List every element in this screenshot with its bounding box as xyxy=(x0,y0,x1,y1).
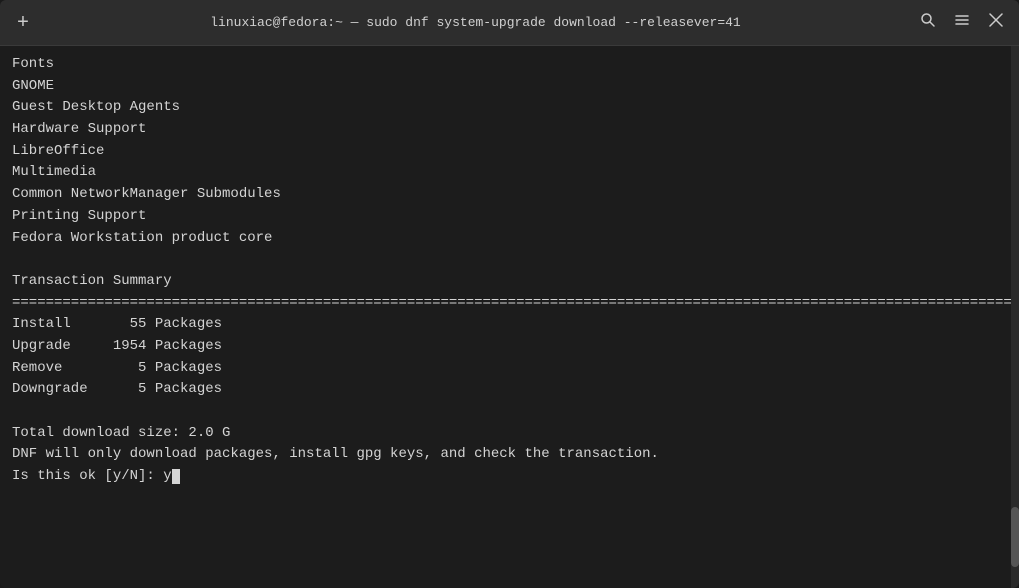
line-networkmanager: Common NetworkManager Submodules xyxy=(12,184,1007,206)
search-button[interactable] xyxy=(913,8,943,38)
scrollbar-track[interactable] xyxy=(1011,46,1019,588)
titlebar-left: + xyxy=(8,8,38,38)
line-printing: Printing Support xyxy=(12,206,1007,228)
terminal-body[interactable]: Fonts GNOME Guest Desktop Agents Hardwar… xyxy=(0,46,1019,588)
search-icon xyxy=(920,12,936,33)
hamburger-icon xyxy=(954,12,970,33)
line-upgrade: Upgrade 1954 Packages xyxy=(12,336,1007,358)
scrollbar-thumb[interactable] xyxy=(1011,507,1019,567)
line-hardware: Hardware Support xyxy=(12,119,1007,141)
new-tab-button[interactable]: + xyxy=(8,8,38,38)
line-separator: ========================================… xyxy=(12,293,1007,315)
line-multimedia: Multimedia xyxy=(12,162,1007,184)
line-install: Install 55 Packages xyxy=(12,314,1007,336)
menu-button[interactable] xyxy=(947,8,977,38)
line-fonts: Fonts xyxy=(12,54,1007,76)
line-workstation: Fedora Workstation product core xyxy=(12,228,1007,250)
new-tab-icon: + xyxy=(17,11,29,34)
line-guest-desktop: Guest Desktop Agents xyxy=(12,97,1007,119)
cursor xyxy=(172,469,180,484)
line-dnf-info: DNF will only download packages, install… xyxy=(12,444,1007,466)
line-empty2 xyxy=(12,401,1007,423)
line-transaction-summary: Transaction Summary xyxy=(12,271,1007,293)
line-empty1 xyxy=(12,249,1007,271)
titlebar-controls xyxy=(913,8,1011,38)
line-remove: Remove 5 Packages xyxy=(12,358,1007,380)
close-button[interactable] xyxy=(981,8,1011,38)
line-prompt: Is this ok [y/N]: y xyxy=(12,466,1007,488)
line-gnome: GNOME xyxy=(12,76,1007,98)
line-download-size: Total download size: 2.0 G xyxy=(12,423,1007,445)
terminal-window: + linuxiac@fedora:~ — sudo dnf system-up… xyxy=(0,0,1019,588)
line-libreoffice: LibreOffice xyxy=(12,141,1007,163)
window-title: linuxiac@fedora:~ — sudo dnf system-upgr… xyxy=(38,15,913,30)
titlebar: + linuxiac@fedora:~ — sudo dnf system-up… xyxy=(0,0,1019,46)
close-icon xyxy=(989,13,1003,32)
line-downgrade: Downgrade 5 Packages xyxy=(12,379,1007,401)
